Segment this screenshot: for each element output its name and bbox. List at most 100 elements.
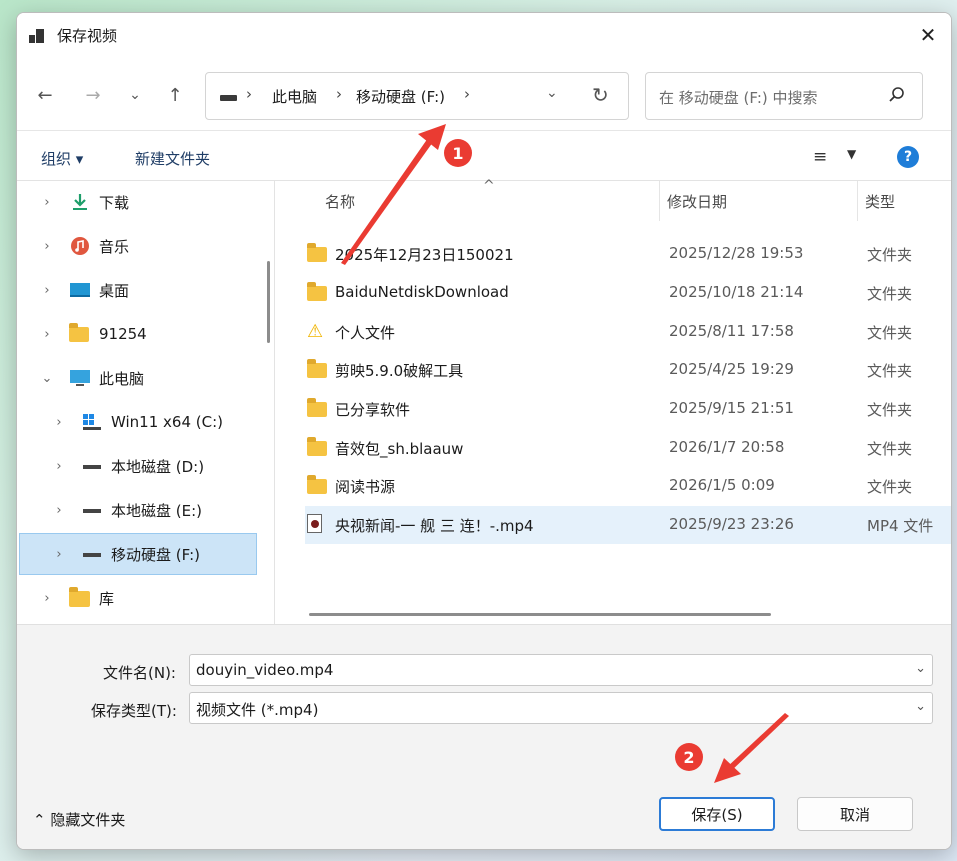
filetype-value: 视频文件 (*.mp4) (196, 701, 319, 719)
breadcrumb-drive-f[interactable]: 移动硬盘 (F:) (356, 86, 445, 107)
file-row[interactable]: 2025年12月23日150021 2025/12/28 19:53 文件夹 (305, 235, 951, 273)
chevron-down-icon[interactable]: ⌄ (35, 371, 59, 386)
forward-button[interactable]: → (79, 81, 107, 109)
up-button[interactable]: ↑ (161, 81, 189, 109)
recent-locations-button[interactable]: ⌄ (121, 81, 149, 109)
tree-item-91254[interactable]: › 91254 (19, 313, 257, 355)
file-row[interactable]: 剪映5.9.0破解工具 2025/4/25 19:29 文件夹 (305, 351, 951, 389)
navigation-pane[interactable]: › 下载 › 音乐 › 桌面 › 91254 ⌄ 此电脑 › Win11 x64… (17, 181, 275, 625)
refresh-icon[interactable]: ↻ (592, 83, 609, 107)
tree-item-music[interactable]: › 音乐 (19, 225, 257, 267)
address-dropdown-icon[interactable]: ⌄ (546, 85, 558, 101)
chevron-right-icon[interactable]: › (35, 239, 59, 254)
download-icon (73, 194, 87, 210)
desktop-icon (70, 283, 90, 297)
search-placeholder: 在 移动硬盘 (F:) 中搜索 (659, 89, 818, 107)
file-name: 个人文件 (335, 324, 396, 342)
dialog-title: 保存视频 (57, 27, 118, 45)
tree-item-drive-f[interactable]: › 移动硬盘 (F:) (19, 533, 257, 575)
file-type: 文件夹 (867, 440, 913, 458)
tree-item-this-pc[interactable]: ⌄ 此电脑 (19, 357, 257, 399)
tree-item-label: 下载 (99, 193, 130, 212)
horizontal-scrollbar[interactable] (309, 613, 771, 616)
file-type: 文件夹 (867, 285, 913, 303)
search-icon (889, 87, 904, 102)
column-header-type[interactable]: 类型 (865, 191, 895, 212)
file-name: 剪映5.9.0破解工具 (335, 362, 464, 380)
chevron-right-icon[interactable]: › (47, 415, 71, 430)
column-header-date[interactable]: 修改日期 (667, 191, 727, 212)
back-button[interactable]: ← (31, 81, 59, 109)
column-header-name[interactable]: 名称 (325, 191, 355, 212)
app-icon (29, 29, 44, 43)
chevron-right-icon[interactable]: › (35, 195, 59, 210)
chevron-down-icon[interactable]: ⌄ (915, 661, 926, 676)
file-date: 2026/1/5 0:09 (669, 476, 775, 494)
close-icon: ✕ (919, 23, 937, 47)
address-bar[interactable]: › 此电脑 › 移动硬盘 (F:) › ⌄ ↻ (205, 72, 629, 120)
filetype-select[interactable]: 视频文件 (*.mp4) ⌄ (189, 692, 933, 724)
file-row[interactable]: ⚠ 个人文件 2025/8/11 17:58 文件夹 (305, 313, 951, 351)
folder-icon (307, 243, 327, 262)
save-button-label: 保存(S) (691, 805, 743, 824)
drive-icon (83, 465, 101, 469)
view-options-icon[interactable]: ≡ (813, 147, 827, 167)
column-divider[interactable] (857, 181, 858, 221)
new-folder-button[interactable]: 新建文件夹 (135, 148, 210, 169)
filetype-label: 保存类型(T): (91, 702, 177, 720)
file-row[interactable]: 音效包_sh.blaauw 2026/1/7 20:58 文件夹 (305, 429, 951, 467)
hide-folders-toggle[interactable]: ⌃ 隐藏文件夹 (33, 809, 125, 830)
save-options-panel: 文件名(N): douyin_video.mp4 ⌄ 保存类型(T): 视频文件… (17, 624, 951, 849)
save-button[interactable]: 保存(S) (659, 797, 775, 831)
file-name: 已分享软件 (335, 401, 411, 419)
tree-item-drive-d[interactable]: › 本地磁盘 (D:) (19, 445, 257, 487)
help-icon[interactable]: ? (897, 146, 919, 168)
search-box[interactable]: 在 移动硬盘 (F:) 中搜索 (645, 72, 923, 120)
file-list[interactable]: ^ 名称 修改日期 类型 2025年12月23日150021 2025/12/2… (285, 178, 951, 625)
tree-item-label: Win11 x64 (C:) (111, 413, 223, 431)
forward-arrow-icon: → (85, 84, 101, 106)
file-type: 文件夹 (867, 246, 913, 264)
close-button[interactable]: ✕ (905, 13, 951, 57)
music-icon (71, 237, 89, 255)
chevron-right-icon[interactable]: › (35, 283, 59, 298)
file-row-selected[interactable]: 央视新闻-一 舰 三 连！-.mp4 2025/9/23 23:26 MP4 文… (305, 506, 951, 544)
navigation-pane-scrollbar[interactable] (267, 261, 270, 343)
sort-ascending-icon: ^ (483, 178, 495, 194)
file-date: 2026/1/7 20:58 (669, 438, 785, 456)
tree-item-drive-e[interactable]: › 本地磁盘 (E:) (19, 489, 257, 531)
breadcrumb-this-pc[interactable]: 此电脑 (272, 86, 317, 107)
tree-item-drive-c[interactable]: › Win11 x64 (C:) (19, 401, 257, 443)
chevron-right-icon[interactable]: › (35, 327, 59, 342)
cancel-button[interactable]: 取消 (797, 797, 913, 831)
chevron-right-icon[interactable]: › (47, 547, 71, 562)
chevron-right-icon[interactable]: › (47, 459, 71, 474)
breadcrumb-separator: › (246, 85, 252, 103)
filename-input[interactable]: douyin_video.mp4 ⌄ (189, 654, 933, 686)
view-dropdown-icon[interactable]: ▼ (847, 147, 856, 161)
file-row[interactable]: 阅读书源 2026/1/5 0:09 文件夹 (305, 467, 951, 505)
chevron-right-icon[interactable]: › (47, 503, 71, 518)
tree-item-downloads[interactable]: › 下载 (19, 181, 257, 223)
folder-icon (307, 398, 327, 417)
drive-icon (83, 509, 101, 513)
tree-item-desktop[interactable]: › 桌面 (19, 269, 257, 311)
tree-item-library[interactable]: › 库 (19, 577, 257, 619)
file-name: 阅读书源 (335, 478, 396, 496)
file-row[interactable]: 已分享软件 2025/9/15 21:51 文件夹 (305, 390, 951, 428)
chevron-down-icon[interactable]: ⌄ (915, 699, 926, 714)
file-name: 2025年12月23日150021 (335, 246, 514, 264)
back-arrow-icon: ← (37, 84, 53, 106)
file-name: 央视新闻-一 舰 三 连！-.mp4 (335, 517, 534, 535)
chevron-right-icon[interactable]: › (35, 591, 59, 606)
file-row[interactable]: BaiduNetdiskDownload 2025/10/18 21:14 文件… (305, 274, 951, 312)
folder-icon (307, 359, 327, 378)
column-divider[interactable] (659, 181, 660, 221)
file-name: 音效包_sh.blaauw (335, 440, 464, 458)
file-date: 2025/9/15 21:51 (669, 399, 794, 417)
file-type: 文件夹 (867, 324, 913, 342)
organize-menu[interactable]: 组织 ▾ (41, 148, 83, 169)
tree-item-label: 此电脑 (99, 369, 145, 388)
file-date: 2025/10/18 21:14 (669, 283, 804, 301)
tree-item-label: 音乐 (99, 237, 130, 256)
